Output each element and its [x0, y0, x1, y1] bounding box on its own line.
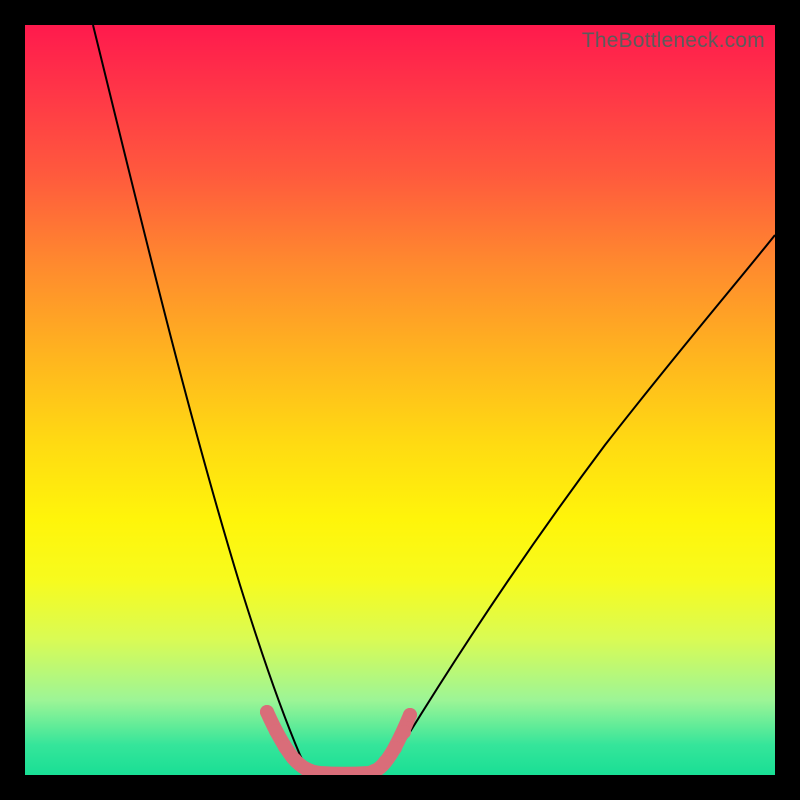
highlight-dot [269, 724, 283, 738]
highlight-dot [288, 753, 302, 767]
highlight-dot [378, 755, 392, 769]
highlight-dot [260, 705, 274, 719]
highlight-dot [278, 740, 292, 754]
highlight-dot [388, 741, 402, 755]
right-branch-curve [365, 235, 775, 774]
highlight-dot [397, 725, 411, 739]
left-branch-curve [93, 25, 325, 774]
curve-plot [25, 25, 775, 775]
chart-canvas: TheBottleneck.com [25, 25, 775, 775]
highlight-dot [403, 708, 417, 722]
